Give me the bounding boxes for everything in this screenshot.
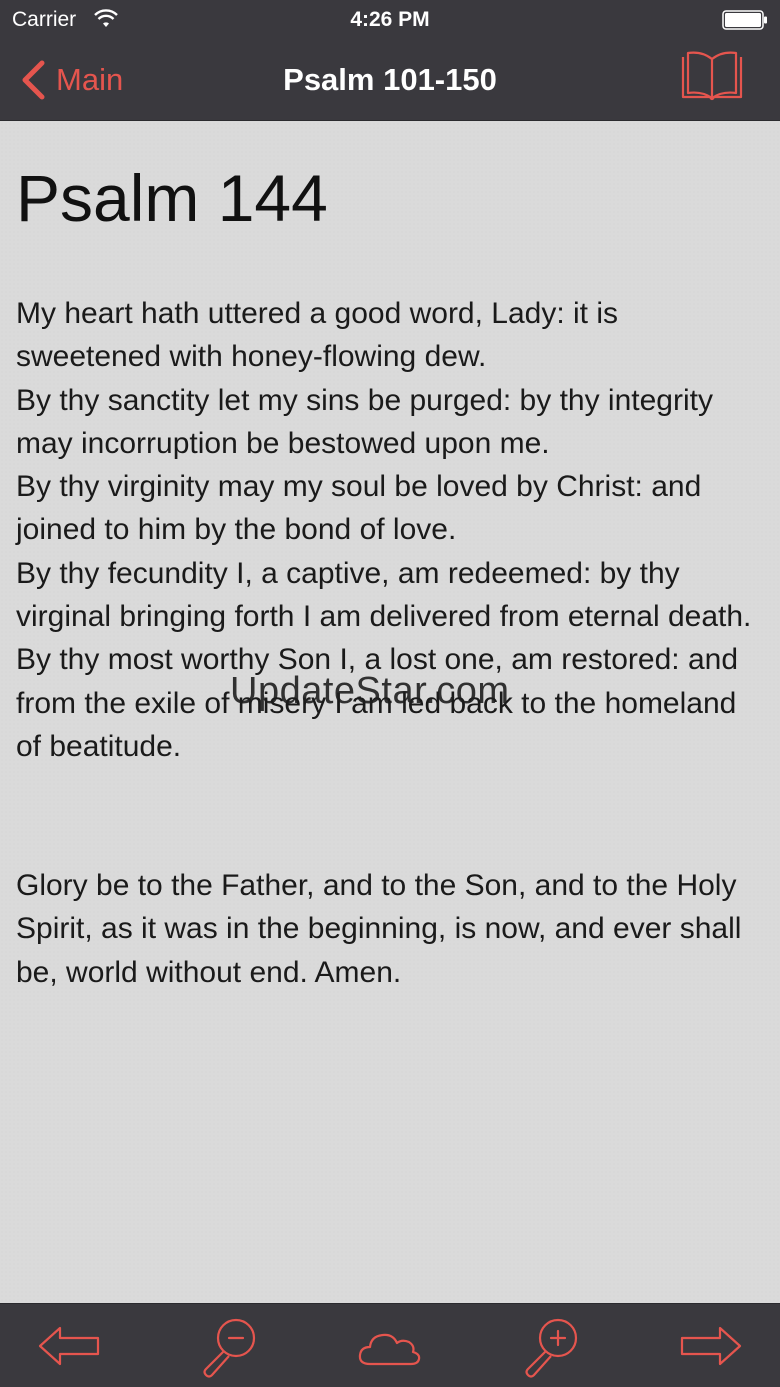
- arrow-right-icon[interactable]: [678, 1314, 744, 1378]
- zoom-out-icon[interactable]: [198, 1314, 264, 1378]
- arrow-left-icon[interactable]: [36, 1314, 102, 1378]
- verse: By thy sanctity let my sins be purged: b…: [16, 383, 713, 460]
- nav-title: Psalm 101-150: [283, 62, 497, 97]
- zoom-in-icon[interactable]: [520, 1314, 586, 1378]
- psalm-content[interactable]: Psalm 144 My heart hath uttered a good w…: [0, 122, 780, 1303]
- status-bar: Carrier 4:26 PM: [0, 0, 780, 40]
- psalm-title: Psalm 144: [16, 161, 328, 235]
- navigation-bar: Main Psalm 101-150: [0, 40, 780, 121]
- bottom-toolbar: [0, 1303, 780, 1387]
- watermark: UpdateStar.com: [230, 670, 510, 712]
- cloud-icon[interactable]: [356, 1314, 422, 1378]
- book-icon[interactable]: [680, 51, 744, 103]
- verse: By thy fecundity I, a captive, am redeem…: [16, 556, 752, 634]
- doxology: Glory be to the Father, and to the Son, …: [16, 869, 742, 989]
- verse: My heart hath uttered a good word, Lady:…: [16, 297, 619, 374]
- verse: By thy virginity may my soul be loved by…: [16, 470, 702, 547]
- status-time: 4:26 PM: [350, 8, 430, 31]
- battery-icon: [722, 10, 767, 30]
